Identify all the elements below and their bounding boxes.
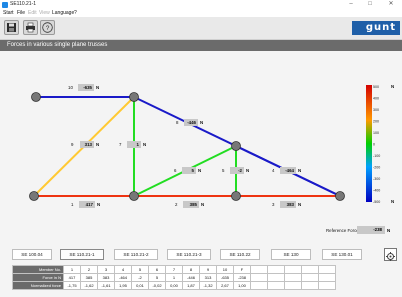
menu-view[interactable]: View <box>39 9 50 17</box>
menu-file[interactable]: File <box>17 9 25 17</box>
member-no-1: 1 <box>71 202 74 207</box>
table-row: Member No. 1 2 3 4 5 6 7 8 9 10 F <box>12 265 336 274</box>
member-value-8: -446 <box>187 120 196 125</box>
member-unit: N <box>200 120 203 125</box>
member-force-table: Member No. 1 2 3 4 5 6 7 8 9 10 F Force … <box>12 265 336 290</box>
print-icon <box>26 22 35 33</box>
member-unit: N <box>298 202 301 207</box>
member-value-1: 417 <box>86 202 94 207</box>
member-unit: N <box>201 202 204 207</box>
gunt-logo: gunt <box>352 21 400 35</box>
reference-force-field: -238 <box>357 226 385 234</box>
menu-edit[interactable]: Edit <box>28 9 37 17</box>
legend-unit-top: N <box>391 84 394 89</box>
svg-text:-400: -400 <box>373 189 380 193</box>
force-color-scale <box>366 85 372 202</box>
page-heading-bar: Forces in various single plane trusses <box>0 40 402 51</box>
svg-text:0: 0 <box>373 143 375 147</box>
svg-text:-200: -200 <box>373 166 380 170</box>
logo-text: gunt <box>365 22 396 33</box>
member-no-8: 8 <box>176 120 179 125</box>
node <box>31 92 41 102</box>
toolbar: ? <box>0 17 402 40</box>
tab-se-110-21-1[interactable]: SE 110.21-1 <box>60 249 104 260</box>
member-no-7: 7 <box>119 142 122 147</box>
member-unit: N <box>298 168 301 173</box>
member-value-4: -464 <box>285 168 294 173</box>
row-header-member-no: Member No. <box>12 265 64 274</box>
model-tabs: SE 100.04 SE 110.21-1 SE 110.21-2 SE 110… <box>0 246 402 262</box>
title-bar: SE110.21-1 – □ ✕ <box>0 0 402 9</box>
svg-text:-100: -100 <box>373 154 380 158</box>
member-unit: N <box>143 142 146 147</box>
menu-start[interactable]: Start <box>3 9 14 17</box>
svg-text:500: 500 <box>373 85 379 89</box>
save-icon <box>7 23 16 32</box>
reference-force-value: -238 <box>373 227 382 232</box>
svg-text:-300: -300 <box>373 177 380 181</box>
member-unit: N <box>198 168 201 173</box>
node <box>335 191 345 201</box>
row-header-force: Force in N <box>12 273 64 282</box>
member-unit: N <box>96 85 99 90</box>
truss-diagram: 10 -635 N 9 313 N 7 1 N 8 -446 N 6 5 N 5… <box>29 84 394 208</box>
node <box>231 141 241 151</box>
svg-text:400: 400 <box>373 97 379 101</box>
member-value-2: 385 <box>190 202 198 207</box>
tab-se-130[interactable]: SE 130 <box>271 249 311 260</box>
svg-text:-500: -500 <box>373 200 380 204</box>
legend-unit-bottom: N <box>391 199 394 204</box>
member-no-3: 3 <box>272 202 275 207</box>
table-row: Normalized force -1,75 -1,62 -1,61 1,95 … <box>12 281 336 290</box>
node <box>129 191 139 201</box>
close-button[interactable]: ✕ <box>384 0 398 9</box>
menu-help[interactable]: ? <box>74 9 77 17</box>
member-value-3: 383 <box>287 202 295 207</box>
tab-se-110-21-2[interactable]: SE 110.21-2 <box>114 249 158 260</box>
tab-se-110-22[interactable]: SE 110.22 <box>220 249 260 260</box>
member-unit: N <box>96 142 99 147</box>
member-no-9: 9 <box>71 142 74 147</box>
print-button[interactable] <box>23 20 38 35</box>
svg-text:200: 200 <box>373 120 379 124</box>
member-unit: N <box>246 168 249 173</box>
tab-se-100-04[interactable]: SE 100.04 <box>12 249 52 260</box>
member-value-5: -2 <box>238 168 242 173</box>
node <box>231 191 241 201</box>
window-title: SE110.21-1 <box>10 1 37 7</box>
svg-text:100: 100 <box>373 131 379 135</box>
tab-se-110-21-3[interactable]: SE 110.21-3 <box>167 249 211 260</box>
help-glyph: ? <box>46 25 50 32</box>
gear-icon <box>386 252 395 261</box>
member-unit: N <box>97 202 100 207</box>
node <box>29 191 39 201</box>
node <box>129 92 139 102</box>
reference-force-unit: N <box>387 228 391 233</box>
help-button[interactable]: ? <box>40 20 55 35</box>
page-title: Forces in various single plane trusses <box>7 42 108 48</box>
app-icon <box>2 1 8 8</box>
member-value-9: 313 <box>85 142 93 147</box>
member-no-6: 6 <box>174 168 177 173</box>
menu-bar: Start File Edit View Language ? <box>0 9 402 17</box>
table-row: Force in N 417 385 383 -464 -2 5 1 -446 … <box>12 273 336 282</box>
menu-language[interactable]: Language <box>52 9 74 17</box>
svg-text:300: 300 <box>373 108 379 112</box>
member-value-10: -635 <box>83 85 92 90</box>
member-no-5: 5 <box>222 168 225 173</box>
save-button[interactable] <box>4 20 19 35</box>
member-no-4: 4 <box>272 168 275 173</box>
help-icon: ? <box>42 22 53 33</box>
row-header-normalized: Normalized force <box>12 281 64 290</box>
settings-button[interactable] <box>384 248 397 261</box>
minimize-button[interactable]: – <box>344 0 358 9</box>
tab-se-130-01[interactable]: SE 130.01 <box>322 249 362 260</box>
member-no-2: 2 <box>175 202 178 207</box>
maximize-button[interactable]: □ <box>363 0 377 9</box>
member-no-10: 10 <box>68 85 73 90</box>
